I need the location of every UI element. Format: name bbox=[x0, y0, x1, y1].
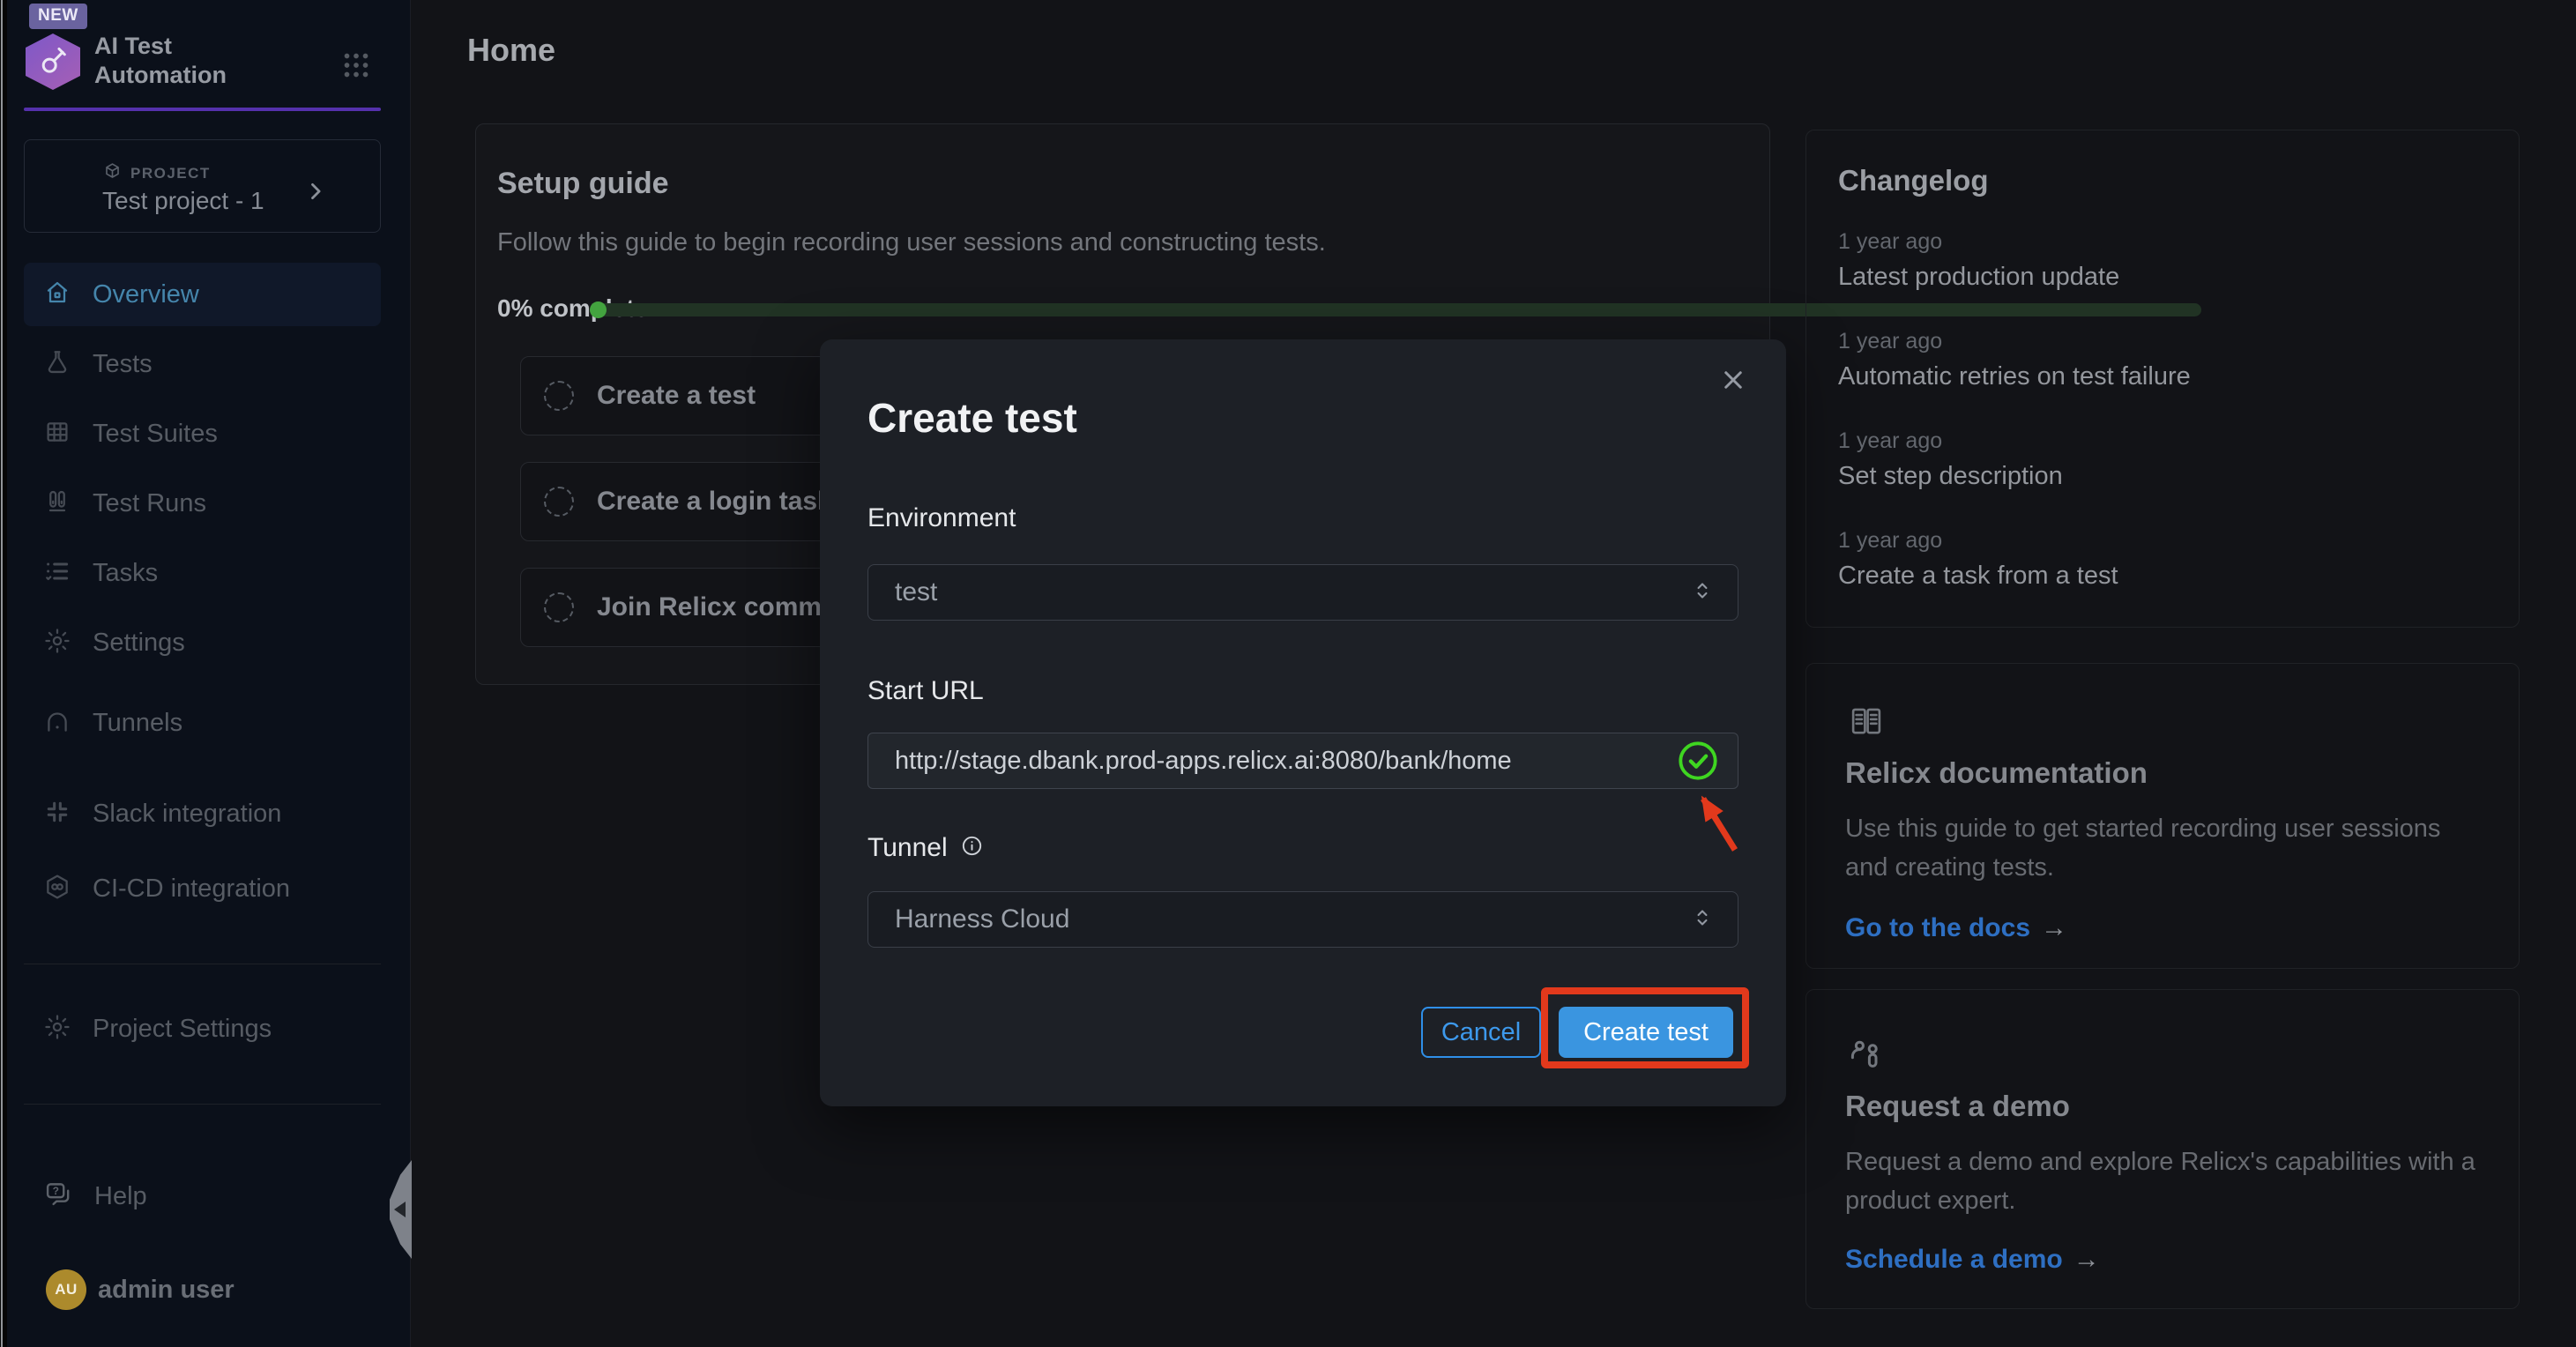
sidebar-item-settings[interactable]: Settings bbox=[24, 611, 381, 674]
page-title: Home bbox=[467, 32, 555, 69]
slack-icon bbox=[43, 798, 71, 830]
home-icon bbox=[43, 279, 71, 311]
modal-title: Create test bbox=[867, 394, 1077, 442]
new-badge: NEW bbox=[29, 4, 87, 29]
project-name: Test project - 1 bbox=[102, 187, 264, 215]
close-icon[interactable] bbox=[1714, 361, 1753, 399]
changelog-entry: 1 year ago Automatic retries on test fai… bbox=[1838, 329, 2487, 391]
cicd-hexagon-icon bbox=[43, 873, 71, 905]
setup-guide-title: Setup guide bbox=[497, 167, 669, 201]
app-logo bbox=[26, 33, 80, 90]
environment-select[interactable]: test bbox=[867, 564, 1738, 621]
app-switcher-grid-icon[interactable] bbox=[340, 49, 372, 86]
sidebar-item-help[interactable]: ? Help bbox=[24, 1165, 381, 1228]
schedule-demo-link[interactable]: Schedule a demo→ bbox=[1845, 1245, 2100, 1275]
gear-icon bbox=[43, 627, 71, 659]
sidebar: NEW AI Test Automation PROJECT Test proj… bbox=[7, 0, 411, 1347]
changelog-entry: 1 year ago Create a task from a test bbox=[1838, 528, 2487, 591]
valid-check-icon bbox=[1677, 740, 1719, 786]
grid-table-icon bbox=[43, 418, 71, 450]
book-icon bbox=[1845, 728, 1887, 743]
chevron-updown-icon bbox=[1690, 905, 1715, 934]
progress-indicator bbox=[590, 301, 607, 318]
list-icon bbox=[43, 557, 71, 590]
tunnel-select[interactable]: Harness Cloud bbox=[867, 891, 1738, 948]
window-edge bbox=[0, 0, 7, 1347]
columns-icon bbox=[43, 487, 71, 520]
arrow-right-icon: → bbox=[2073, 1245, 2100, 1274]
incomplete-step-icon bbox=[544, 487, 574, 517]
sidebar-item-slack-integration[interactable]: Slack integration bbox=[24, 782, 381, 845]
tunnel-icon bbox=[43, 707, 71, 740]
request-demo-card: Request a demo Request a demo and explor… bbox=[1805, 989, 2520, 1309]
cancel-button[interactable]: Cancel bbox=[1421, 1007, 1541, 1058]
sidebar-item-tunnels[interactable]: Tunnels bbox=[24, 691, 381, 755]
app-title: AI Test Automation bbox=[94, 32, 297, 90]
tunnel-label: Tunnel bbox=[867, 833, 948, 863]
sidebar-item-test-runs[interactable]: Test Runs bbox=[24, 472, 381, 535]
chevron-right-icon bbox=[303, 179, 328, 208]
sidebar-item-project-settings[interactable]: Project Settings bbox=[24, 997, 381, 1060]
documentation-description: Use this guide to get started recording … bbox=[1845, 809, 2480, 887]
changelog-entry: 1 year ago Latest production update bbox=[1838, 229, 2487, 292]
request-demo-title: Request a demo bbox=[1845, 1090, 2480, 1123]
changelog-entry: 1 year ago Set step description bbox=[1838, 428, 2487, 491]
incomplete-step-icon bbox=[544, 381, 574, 411]
user-name: admin user bbox=[98, 1276, 235, 1305]
project-label: PROJECT bbox=[130, 165, 211, 182]
documentation-title: Relicx documentation bbox=[1845, 756, 2480, 790]
cube-icon bbox=[102, 161, 123, 186]
sidebar-item-test-suites[interactable]: Test Suites bbox=[24, 402, 381, 465]
info-icon[interactable] bbox=[960, 834, 984, 862]
start-url-label: Start URL bbox=[867, 676, 984, 706]
divider bbox=[24, 1104, 381, 1105]
chevron-updown-icon bbox=[1690, 578, 1715, 607]
gear-icon bbox=[43, 1013, 71, 1046]
project-selector[interactable]: PROJECT Test project - 1 bbox=[24, 139, 381, 233]
go-to-docs-link[interactable]: Go to the docs→ bbox=[1845, 913, 2067, 943]
environment-label: Environment bbox=[867, 503, 1016, 533]
changelog-title: Changelog bbox=[1838, 164, 2487, 197]
sidebar-item-overview[interactable]: Overview bbox=[24, 263, 381, 326]
sidebar-item-tests[interactable]: Tests bbox=[24, 332, 381, 396]
help-chat-icon: ? bbox=[43, 1180, 73, 1214]
accent-divider bbox=[24, 108, 381, 111]
create-test-button[interactable]: Create test bbox=[1559, 1007, 1733, 1058]
avatar: AU bbox=[46, 1269, 86, 1310]
people-icon bbox=[1845, 1067, 1891, 1082]
documentation-card: Relicx documentation Use this guide to g… bbox=[1805, 663, 2520, 969]
create-test-modal: Create test Environment test Start URL T… bbox=[820, 339, 1786, 1106]
svg-text:?: ? bbox=[53, 1185, 59, 1197]
user-menu[interactable]: AU admin user bbox=[46, 1269, 235, 1310]
sidebar-item-cicd-integration[interactable]: CI-CD integration bbox=[24, 857, 381, 920]
incomplete-step-icon bbox=[544, 592, 574, 622]
request-demo-description: Request a demo and explore Relicx's capa… bbox=[1845, 1142, 2480, 1220]
changelog-card: Changelog 1 year ago Latest production u… bbox=[1805, 130, 2520, 628]
sidebar-item-tasks[interactable]: Tasks bbox=[24, 541, 381, 605]
setup-guide-description: Follow this guide to begin recording use… bbox=[497, 228, 1326, 257]
flask-icon bbox=[43, 348, 71, 381]
arrow-right-icon: → bbox=[2041, 913, 2067, 942]
collapse-arrow-icon bbox=[394, 1202, 406, 1217]
start-url-input[interactable] bbox=[867, 733, 1738, 789]
